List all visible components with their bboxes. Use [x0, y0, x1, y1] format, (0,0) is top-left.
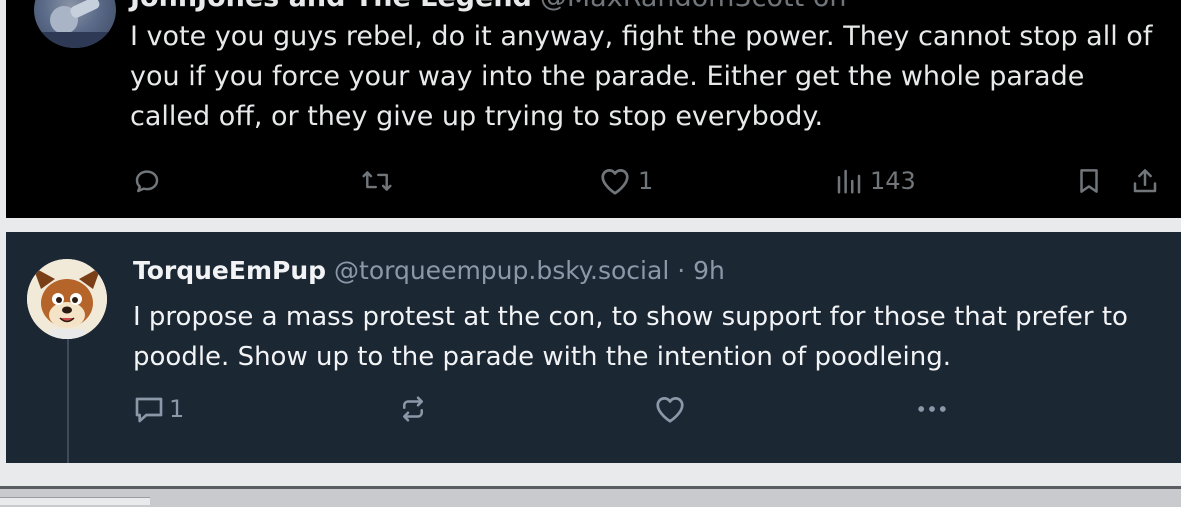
thread-line	[67, 330, 69, 463]
retweet-icon	[362, 171, 392, 191]
reply-button[interactable]: 1	[133, 392, 184, 426]
repost-button[interactable]	[398, 392, 428, 426]
bookmark-icon	[1080, 169, 1098, 193]
x-post[interactable]: JohnJones and The Legend @MaxRandom3cott 6…	[6, 0, 1181, 218]
avatar[interactable]	[27, 259, 107, 339]
dog-avatar-icon	[27, 259, 107, 339]
post-header: JohnJones and The Legend @MaxRandom3cott 6…	[130, 0, 847, 13]
more-options-button[interactable]	[914, 392, 950, 426]
views-button[interactable]: 143	[834, 164, 916, 198]
separator-dot: ·	[677, 256, 686, 285]
heart-icon	[601, 169, 629, 195]
author-handle[interactable]: @MaxRandom3cott	[540, 0, 804, 13]
bar-chart-icon	[837, 169, 861, 194]
post-text: I propose a mass protest at the con, to …	[133, 302, 1128, 372]
reply-count: 1	[169, 395, 185, 423]
post-time[interactable]: 6h	[812, 0, 846, 13]
avatar[interactable]	[34, 0, 116, 48]
bookmark-button[interactable]	[1074, 164, 1104, 198]
share-button[interactable]	[1130, 164, 1160, 198]
post-time[interactable]: 9h	[693, 256, 725, 285]
avatar-image	[34, 0, 116, 48]
like-button[interactable]: 1	[598, 164, 653, 198]
repost-icon	[403, 396, 423, 422]
like-button[interactable]	[653, 392, 687, 426]
like-count: 1	[638, 167, 654, 195]
heart-icon	[656, 397, 684, 423]
author-handle[interactable]: @torqueempup.bsky.social	[334, 256, 669, 285]
reply-button[interactable]	[132, 164, 162, 198]
reply-bubble-icon	[135, 170, 159, 193]
author-name[interactable]: JohnJones and The Legend	[130, 0, 532, 13]
author-name[interactable]: TorqueEmPup	[133, 256, 326, 285]
reply-bubble-icon	[135, 397, 163, 423]
share-icon	[1133, 169, 1157, 193]
repost-button[interactable]	[360, 164, 394, 198]
views-count: 143	[870, 167, 916, 195]
post-text: I vote you guys rebel, do it anyway, fig…	[130, 21, 1153, 132]
post-header: TorqueEmPup @torqueempup.bsky.social · 9h	[133, 256, 725, 285]
more-dots-icon	[918, 406, 946, 412]
bluesky-post[interactable]: TorqueEmPup @torqueempup.bsky.social · 9h…	[6, 232, 1181, 463]
